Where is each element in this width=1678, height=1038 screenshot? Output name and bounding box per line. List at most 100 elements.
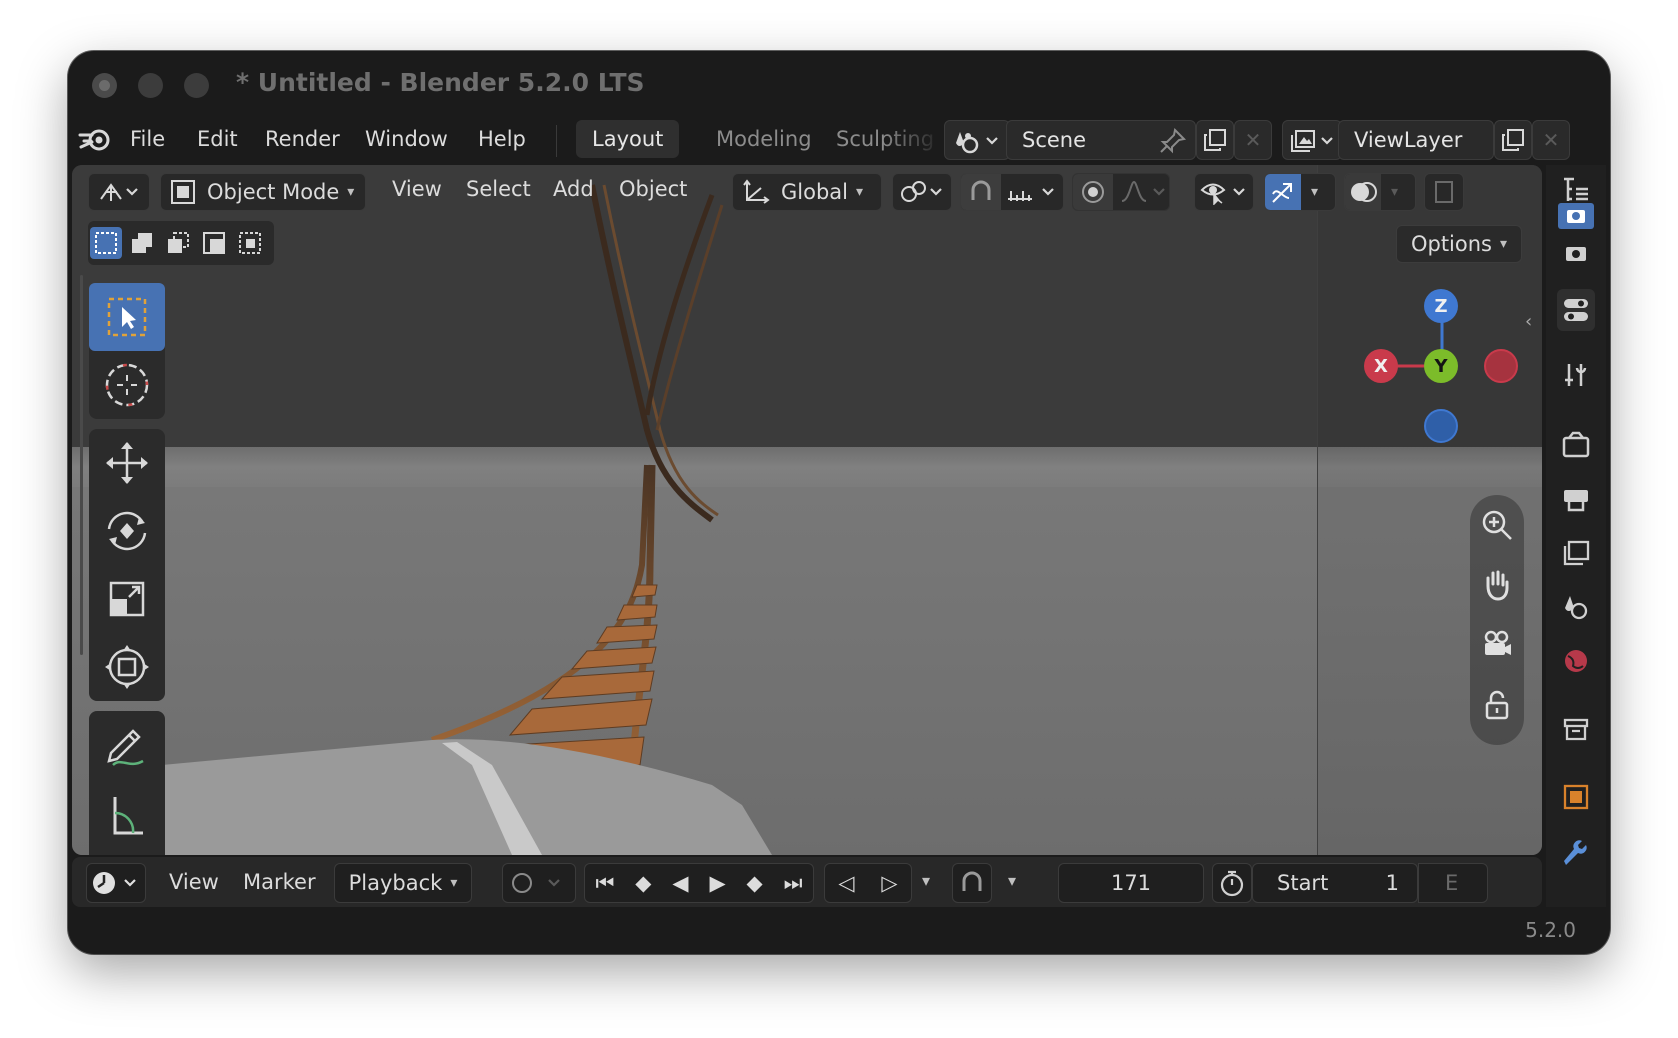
tool-cursor[interactable] [89, 351, 165, 419]
playback-dropdown[interactable]: Playback ▾ [334, 863, 472, 903]
tab-output[interactable] [1558, 481, 1594, 517]
jump-end-icon[interactable]: ⏭ [784, 871, 803, 896]
chevron-down-icon[interactable]: ▾ [1008, 871, 1016, 890]
tab-scene[interactable] [1558, 589, 1594, 625]
tab-render-preview[interactable] [1558, 203, 1594, 229]
step-controls: ◁ ▷ [824, 863, 912, 903]
play-icon[interactable]: ▶ [709, 871, 725, 895]
transform-orientation-selector[interactable]: Global ▾ [732, 173, 882, 211]
xray-toggle[interactable] [1424, 173, 1464, 211]
editor-type-button[interactable] [88, 173, 150, 211]
delete-viewlayer-button[interactable]: ✕ [1532, 120, 1570, 160]
tool-transform[interactable] [89, 633, 165, 701]
snap-toggle[interactable] [961, 174, 1001, 210]
chevron-down-icon[interactable]: ▾ [1311, 184, 1318, 200]
scene-name: Scene [1022, 128, 1087, 152]
close-window-button[interactable] [92, 73, 117, 98]
scene-browse-button[interactable] [944, 120, 1010, 160]
chevron-down-icon[interactable]: ▾ [1391, 184, 1398, 200]
tab-camera[interactable] [1558, 235, 1594, 271]
viewport-menu-add[interactable]: Add [553, 177, 594, 201]
gizmo-x-axis[interactable]: X [1364, 349, 1398, 383]
menu-render[interactable]: Render [259, 123, 346, 155]
unlock-icon [1485, 690, 1509, 720]
tab-collection[interactable] [1558, 711, 1594, 747]
blender-logo-icon[interactable] [78, 125, 112, 153]
magnet-icon [971, 180, 991, 200]
overlay-toggle[interactable] [1345, 174, 1381, 210]
gizmo-toggle[interactable] [1265, 174, 1301, 210]
maximize-window-button[interactable] [184, 73, 209, 98]
xray-icon [1435, 181, 1453, 203]
viewport-menu-object[interactable]: Object [619, 177, 687, 201]
tool-measure[interactable] [89, 779, 165, 847]
select-invert-button[interactable] [198, 227, 230, 259]
tab-world[interactable] [1558, 643, 1594, 679]
current-frame-field[interactable]: 171 [1058, 863, 1204, 903]
jump-start-icon[interactable]: ⏮ [595, 871, 614, 896]
viewport-menu-select[interactable]: Select [466, 177, 531, 201]
new-scene-button[interactable] [1196, 120, 1234, 160]
tool-scale[interactable] [89, 565, 165, 633]
tool-rotate[interactable] [89, 497, 165, 565]
menu-help[interactable]: Help [472, 123, 532, 155]
next-keyframe-icon[interactable]: ◆ [747, 871, 763, 895]
prev-keyframe-icon[interactable]: ◆ [635, 871, 651, 895]
tool-move[interactable] [89, 429, 165, 497]
step-forward-icon[interactable]: ▷ [881, 871, 897, 895]
select-extend-button[interactable] [126, 227, 158, 259]
gizmo-neg-z-axis[interactable] [1424, 409, 1458, 443]
start-frame-field[interactable]: Start 1 [1252, 863, 1418, 903]
pin-icon[interactable] [1158, 127, 1188, 155]
tab-tool[interactable] [1558, 357, 1594, 393]
tab-view-layer[interactable] [1558, 535, 1594, 571]
camera-view-button[interactable] [1470, 615, 1524, 675]
pan-button[interactable] [1470, 555, 1524, 615]
snap-increment-icon[interactable] [1005, 179, 1063, 205]
menu-file[interactable]: File [124, 123, 171, 155]
chevron-down-icon[interactable]: ▾ [922, 871, 930, 890]
tab-modeling[interactable]: Modeling [700, 120, 828, 158]
end-frame-field[interactable]: E [1418, 863, 1488, 903]
gizmo-z-axis[interactable]: Z [1424, 289, 1458, 323]
toolbar-scrollbar[interactable] [80, 275, 83, 655]
snap-timeline-toggle[interactable] [952, 863, 992, 903]
tool-select-box[interactable] [89, 283, 165, 351]
tab-object[interactable] [1558, 779, 1594, 815]
new-viewlayer-button[interactable] [1494, 120, 1532, 160]
options-dropdown[interactable]: Options ▾ [1396, 225, 1522, 263]
select-subtract-button[interactable] [162, 227, 194, 259]
visibility-selector[interactable] [1194, 173, 1254, 211]
mode-selector[interactable]: Object Mode ▾ [160, 173, 366, 211]
timeline-menu-marker[interactable]: Marker [243, 870, 316, 894]
tool-annotate[interactable] [89, 711, 165, 779]
lock-camera-button[interactable] [1470, 675, 1524, 735]
sidebar-toggle-chevron-icon[interactable]: ‹ [1525, 311, 1532, 332]
tab-render[interactable] [1558, 427, 1594, 463]
zoom-button[interactable] [1470, 495, 1524, 555]
gizmo-icon [1272, 183, 1292, 203]
tab-tool-settings[interactable] [1557, 289, 1595, 331]
tab-layout[interactable]: Layout [576, 120, 680, 158]
gizmo-neg-x-axis[interactable] [1484, 349, 1518, 383]
menu-window[interactable]: Window [359, 123, 454, 155]
delete-scene-button[interactable]: ✕ [1234, 120, 1272, 160]
minimize-window-button[interactable] [138, 73, 163, 98]
3d-viewport[interactable]: Object Mode ▾ View Select Add Object Glo… [72, 165, 1542, 855]
timeline-menu-view[interactable]: View [169, 870, 219, 894]
timeline-editor-type[interactable] [86, 863, 146, 903]
viewlayer-browse-button[interactable] [1282, 120, 1342, 160]
select-intersect-button[interactable] [234, 227, 266, 259]
pivot-point-selector[interactable] [892, 173, 952, 211]
select-new-button[interactable] [90, 227, 122, 259]
preview-range-toggle[interactable] [1212, 863, 1252, 903]
tab-modifiers[interactable] [1558, 837, 1594, 873]
viewport-menu-view[interactable]: View [392, 177, 442, 201]
proportional-toggle[interactable] [1073, 174, 1113, 210]
gizmo-y-axis[interactable]: Y [1424, 349, 1458, 383]
step-back-icon[interactable]: ◁ [838, 871, 854, 895]
play-reverse-icon[interactable]: ◀ [672, 871, 688, 895]
falloff-curve-icon[interactable] [1119, 179, 1167, 205]
record-icon[interactable] [509, 869, 571, 897]
menu-edit[interactable]: Edit [191, 123, 244, 155]
